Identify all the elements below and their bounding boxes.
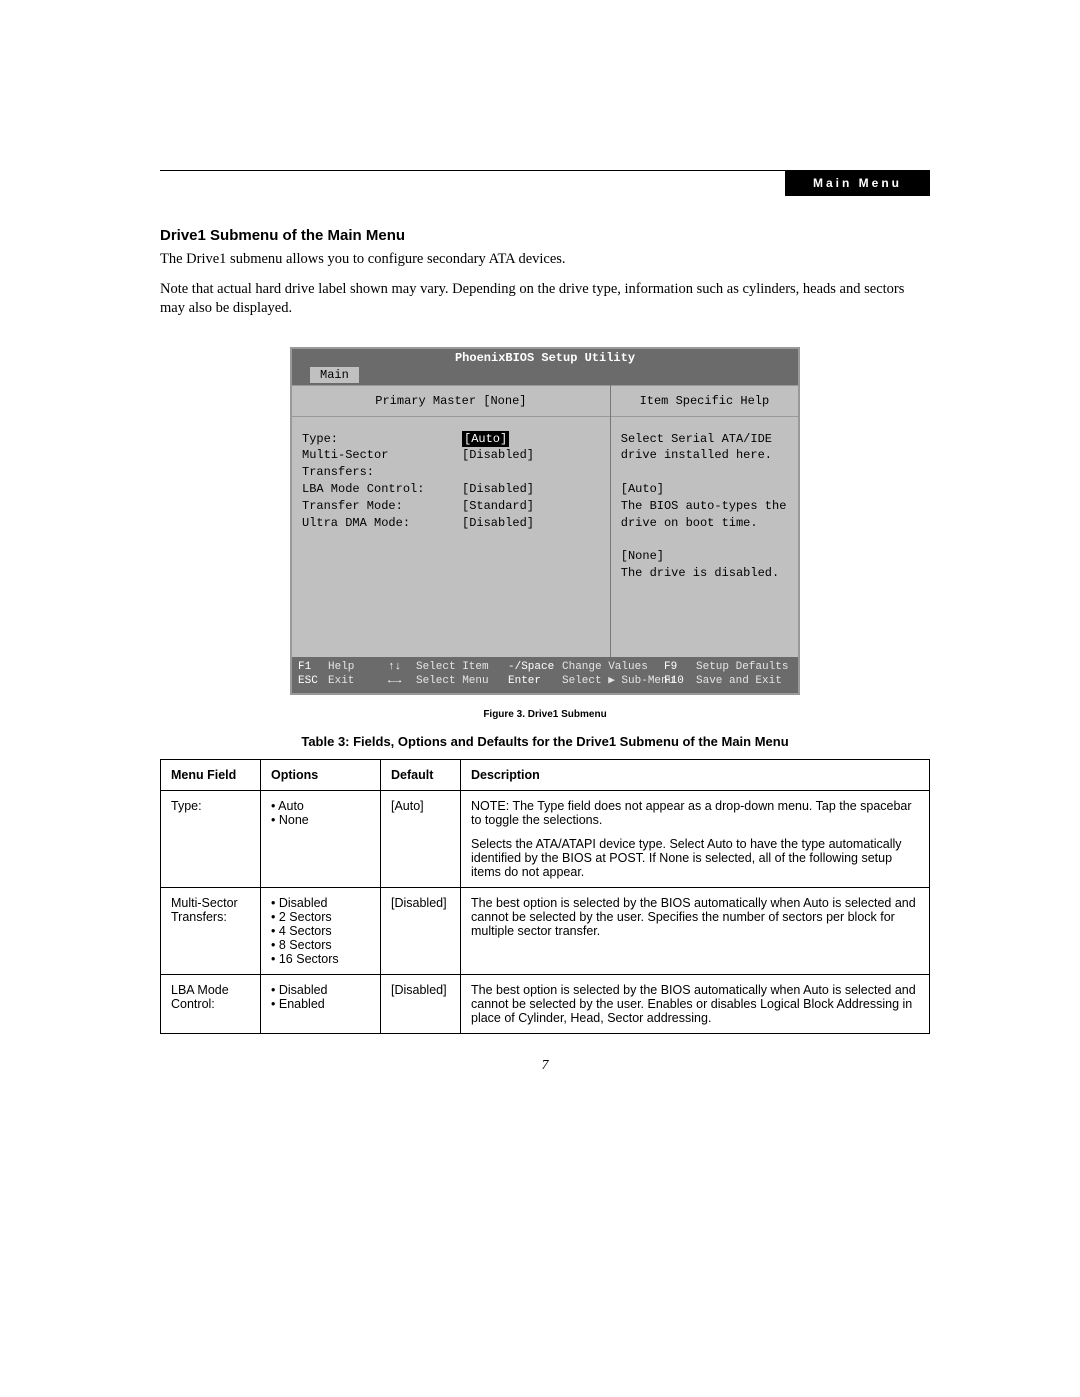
field-value: [Disabled] bbox=[462, 481, 534, 498]
cell-description: NOTE: The Type field does not appear as … bbox=[461, 791, 930, 888]
help-line: Select Serial ATA/IDE bbox=[621, 431, 788, 448]
option-item: 4 Sectors bbox=[271, 924, 370, 938]
footer-action: Exit bbox=[328, 674, 388, 688]
footer-action: Help bbox=[328, 660, 388, 674]
cell-menu-field: Multi-Sector Transfers: bbox=[161, 888, 261, 975]
header-section-tag: Main Menu bbox=[785, 170, 930, 196]
cell-default: [Auto] bbox=[381, 791, 461, 888]
footer-action: Select Menu bbox=[416, 674, 508, 688]
field-label: Multi-Sector Transfers: bbox=[302, 447, 462, 481]
options-table: Menu Field Options Default Description T… bbox=[160, 759, 930, 1034]
help-line: [None] bbox=[621, 548, 788, 565]
table-caption: Table 3: Fields, Options and Defaults fo… bbox=[160, 734, 930, 749]
bios-screenshot: PhoenixBIOS Setup Utility Main Primary M… bbox=[290, 347, 800, 696]
field-value: [Disabled] bbox=[462, 515, 534, 532]
footer-action: Select Item bbox=[416, 660, 508, 674]
footer-key: F9 bbox=[664, 660, 696, 674]
th-options: Options bbox=[261, 760, 381, 791]
footer-action: Select ▶ Sub-Menu bbox=[562, 674, 664, 688]
field-value: [Standard] bbox=[462, 498, 534, 515]
footer-key: F1 bbox=[298, 660, 328, 674]
intro-para-2: Note that actual hard drive label shown … bbox=[160, 280, 930, 319]
field-label: Ultra DMA Mode: bbox=[302, 515, 462, 532]
bios-right-panel-title: Item Specific Help bbox=[611, 385, 798, 417]
footer-key: -/Space bbox=[508, 660, 562, 674]
option-item: None bbox=[271, 813, 370, 827]
help-line: [Auto] bbox=[621, 481, 788, 498]
footer-key: ESC bbox=[298, 674, 328, 688]
cell-options: DisabledEnabled bbox=[261, 975, 381, 1034]
cell-default: [Disabled] bbox=[381, 975, 461, 1034]
help-line: drive on boot time. bbox=[621, 515, 788, 532]
option-item: Disabled bbox=[271, 983, 370, 997]
cell-options: AutoNone bbox=[261, 791, 381, 888]
bios-left-panel-title: Primary Master [None] bbox=[292, 385, 610, 417]
cell-description: The best option is selected by the BIOS … bbox=[461, 888, 930, 975]
option-item: 16 Sectors bbox=[271, 952, 370, 966]
bios-fields: Type:[Auto] Multi-Sector Transfers:[Disa… bbox=[292, 417, 610, 657]
th-default: Default bbox=[381, 760, 461, 791]
bios-help-text: Select Serial ATA/IDE drive installed he… bbox=[611, 417, 798, 657]
footer-arrows: ↑↓ bbox=[388, 660, 416, 674]
footer-action: Save and Exit bbox=[696, 674, 782, 688]
option-item: Auto bbox=[271, 799, 370, 813]
intro-para-1: The Drive1 submenu allows you to configu… bbox=[160, 250, 930, 270]
footer-action: Setup Defaults bbox=[696, 660, 788, 674]
table-row: Multi-Sector Transfers:Disabled2 Sectors… bbox=[161, 888, 930, 975]
page-number: 7 bbox=[160, 1058, 930, 1074]
option-item: Enabled bbox=[271, 997, 370, 1011]
table-row: Type:AutoNone[Auto]NOTE: The Type field … bbox=[161, 791, 930, 888]
cell-options: Disabled2 Sectors4 Sectors8 Sectors16 Se… bbox=[261, 888, 381, 975]
th-menu-field: Menu Field bbox=[161, 760, 261, 791]
bios-tab-main: Main bbox=[310, 367, 359, 383]
field-label: LBA Mode Control: bbox=[302, 481, 462, 498]
footer-key: Enter bbox=[508, 674, 562, 688]
field-label: Type: bbox=[302, 431, 462, 448]
footer-arrows: ←→ bbox=[388, 674, 416, 688]
bios-title: PhoenixBIOS Setup Utility bbox=[292, 349, 798, 367]
section-heading: Drive1 Submenu of the Main Menu bbox=[160, 227, 930, 244]
help-line: drive installed here. bbox=[621, 447, 788, 464]
footer-key: F10 bbox=[664, 674, 696, 688]
field-label: Transfer Mode: bbox=[302, 498, 462, 515]
field-value: [Disabled] bbox=[462, 447, 534, 481]
field-value-selected: [Auto] bbox=[462, 431, 509, 448]
th-description: Description bbox=[461, 760, 930, 791]
figure-caption: Figure 3. Drive1 Submenu bbox=[160, 709, 930, 720]
option-item: 2 Sectors bbox=[271, 910, 370, 924]
option-item: Disabled bbox=[271, 896, 370, 910]
bios-footer: F1 Help ↑↓ Select Item -/Space Change Va… bbox=[292, 657, 798, 694]
cell-description: The best option is selected by the BIOS … bbox=[461, 975, 930, 1034]
help-line: The drive is disabled. bbox=[621, 565, 788, 582]
cell-menu-field: Type: bbox=[161, 791, 261, 888]
help-line: The BIOS auto-types the bbox=[621, 498, 788, 515]
cell-menu-field: LBA Mode Control: bbox=[161, 975, 261, 1034]
cell-default: [Disabled] bbox=[381, 888, 461, 975]
option-item: 8 Sectors bbox=[271, 938, 370, 952]
table-row: LBA Mode Control:DisabledEnabled[Disable… bbox=[161, 975, 930, 1034]
footer-action: Change Values bbox=[562, 660, 664, 674]
